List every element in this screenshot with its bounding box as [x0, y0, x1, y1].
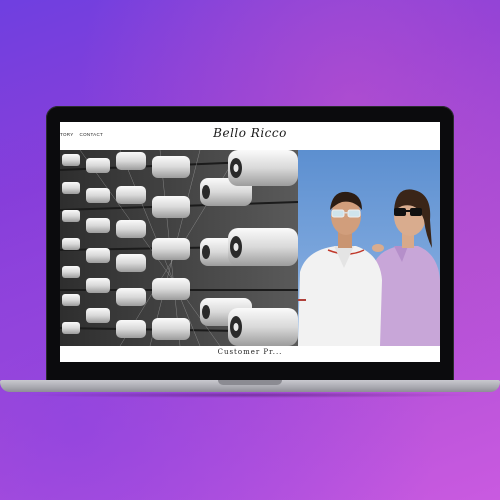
section-heading: Customer Pr... — [217, 348, 283, 356]
site-nav: TORY CONTACT — [60, 132, 103, 137]
man-figure — [298, 191, 384, 346]
nav-item-contact[interactable]: CONTACT — [80, 132, 104, 137]
couple-polo-image — [298, 150, 440, 346]
hero-banner — [60, 150, 440, 346]
site-header: TORY CONTACT Bello Ricco — [60, 122, 440, 150]
laptop-base-notch — [218, 380, 282, 385]
laptop-shadow — [20, 392, 480, 398]
thread-spools-image — [60, 150, 298, 346]
laptop-screen: TORY CONTACT Bello Ricco Customer Pr... — [60, 122, 440, 362]
site-logo[interactable]: Bello Ricco — [210, 126, 290, 140]
nav-item-story[interactable]: TORY — [60, 132, 74, 137]
